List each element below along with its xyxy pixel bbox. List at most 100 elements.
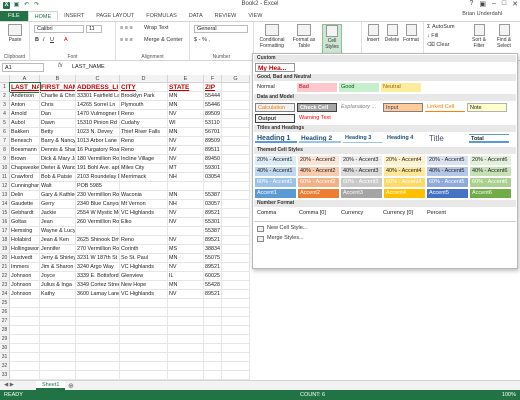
empty-cell[interactable] [76, 308, 120, 317]
table-cell[interactable]: NH [168, 200, 204, 209]
empty-cell[interactable] [10, 353, 40, 362]
row-header[interactable]: 24 [0, 290, 10, 299]
table-cell[interactable]: 3231 W 187th St [76, 254, 120, 263]
tab-formulas[interactable]: FORMULAS [140, 11, 183, 21]
table-cell[interactable]: Hollingsworth [10, 245, 40, 254]
table-cell[interactable]: 180 Vermillion Road [76, 155, 120, 164]
empty-cell[interactable] [222, 317, 250, 326]
row-header[interactable]: 8 [0, 146, 10, 155]
empty-cell[interactable] [40, 362, 76, 371]
format-button[interactable]: Format [402, 24, 420, 43]
table-cell[interactable]: Reno [120, 137, 168, 146]
font-name-combo[interactable]: Calibri [34, 25, 84, 33]
table-cell[interactable]: Jackie [40, 209, 76, 218]
row-header[interactable]: 6 [0, 128, 10, 137]
empty-cell[interactable] [222, 254, 250, 263]
header-cell[interactable]: ADDRESS_LI [76, 83, 120, 92]
empty-cell[interactable] [222, 137, 250, 146]
style-themed-accent[interactable]: 40% - Accent2 [298, 167, 339, 176]
empty-cell[interactable] [120, 335, 168, 344]
table-cell[interactable]: 55387 [204, 227, 222, 236]
name-box[interactable]: A1 [2, 63, 44, 72]
style-neutral[interactable]: Neutral [381, 83, 421, 92]
empty-cell[interactable] [168, 353, 204, 362]
table-cell[interactable]: Incline Village [120, 155, 168, 164]
table-cell[interactable]: 89511 [204, 146, 222, 155]
table-cell[interactable]: Dawn [40, 119, 76, 128]
style-title[interactable]: Title [427, 134, 467, 143]
style-themed-accent[interactable]: 40% - Accent3 [341, 167, 382, 176]
style-warning-text[interactable]: Warning Text [297, 114, 337, 123]
table-cell[interactable]: NV [168, 218, 204, 227]
table-cell[interactable]: VC Highlands [120, 263, 168, 272]
empty-cell[interactable] [222, 263, 250, 272]
minimize-icon[interactable]: – [492, 0, 496, 8]
bold-button[interactable]: B [35, 37, 39, 43]
table-cell[interactable]: Johnson [10, 272, 40, 281]
find-select-button[interactable]: Find & Select [492, 24, 516, 49]
style-my-heading[interactable]: My Hea... [255, 63, 295, 72]
empty-cell[interactable] [120, 326, 168, 335]
style-themed-accent[interactable]: 40% - Accent4 [384, 167, 425, 176]
style-percent[interactable]: Percent [425, 209, 465, 218]
table-cell[interactable]: NV [168, 263, 204, 272]
table-cell[interactable]: Thief River Falls [120, 128, 168, 137]
table-cell[interactable]: Gary & Kathleen [40, 191, 76, 200]
table-cell[interactable]: Crawford [10, 173, 40, 182]
empty-cell[interactable] [204, 371, 222, 380]
clear-button[interactable]: ⌫ Clear [427, 42, 449, 48]
table-cell[interactable]: MN [168, 191, 204, 200]
empty-cell[interactable] [222, 128, 250, 137]
table-cell[interactable]: Gaudette [10, 200, 40, 209]
style-themed-accent[interactable]: 20% - Accent4 [384, 156, 425, 165]
table-cell[interactable]: 55075 [204, 254, 222, 263]
table-cell[interactable]: Hemsing [10, 227, 40, 236]
empty-cell[interactable] [222, 110, 250, 119]
table-cell[interactable]: 3349 Cortez Street [76, 281, 120, 290]
table-cell[interactable]: 270 Vermillion Road [76, 245, 120, 254]
zoom-level[interactable]: 100% [502, 390, 516, 400]
table-cell[interactable]: Reno [120, 110, 168, 119]
style-bad[interactable]: Bad [297, 83, 337, 92]
empty-cell[interactable] [168, 371, 204, 380]
empty-cell[interactable] [222, 191, 250, 200]
style-normal[interactable]: Normal [255, 83, 295, 92]
style-currency-0[interactable]: Currency [0] [381, 209, 423, 218]
column-header-f[interactable]: F [204, 75, 222, 83]
style-themed-accent[interactable]: 20% - Accent2 [298, 156, 339, 165]
style-linked-cell[interactable]: Linked Cell [425, 103, 465, 112]
table-cell[interactable]: Walt [40, 182, 76, 191]
table-cell[interactable]: Chapweske [10, 164, 40, 173]
table-cell[interactable]: 89521 [204, 209, 222, 218]
empty-cell[interactable] [168, 326, 204, 335]
table-cell[interactable]: WI [168, 119, 204, 128]
empty-cell[interactable] [222, 182, 250, 191]
table-cell[interactable]: 89521 [204, 290, 222, 299]
table-cell[interactable]: NV [168, 209, 204, 218]
table-cell[interactable]: MS [168, 245, 204, 254]
empty-cell[interactable] [120, 362, 168, 371]
row-header[interactable]: 7 [0, 137, 10, 146]
table-cell[interactable]: Chris [40, 101, 76, 110]
table-cell[interactable]: Johnson [10, 281, 40, 290]
tab-review[interactable]: REVIEW [209, 11, 243, 21]
empty-cell[interactable] [76, 335, 120, 344]
row-header[interactable]: 20 [0, 254, 10, 263]
table-cell[interactable]: Plymouth [120, 101, 168, 110]
row-header[interactable]: 27 [0, 317, 10, 326]
table-cell[interactable]: Glenview [120, 272, 168, 281]
style-themed-accent[interactable]: Accent1 [255, 189, 296, 198]
table-cell[interactable]: Cunningham [10, 182, 40, 191]
empty-cell[interactable] [222, 92, 250, 101]
empty-cell[interactable] [10, 308, 40, 317]
style-themed-accent[interactable]: Accent6 [470, 189, 511, 198]
table-cell[interactable]: Gebhardt [10, 209, 40, 218]
empty-cell[interactable] [40, 371, 76, 380]
table-cell[interactable]: 89509 [204, 137, 222, 146]
ribbon-display-icon[interactable]: ▣ [479, 0, 486, 8]
empty-cell[interactable] [222, 83, 250, 92]
table-cell[interactable]: Jean & Ken [40, 236, 76, 245]
table-cell[interactable]: Jean [40, 218, 76, 227]
table-cell[interactable]: NH [168, 173, 204, 182]
header-cell[interactable]: ZIP [204, 83, 222, 92]
